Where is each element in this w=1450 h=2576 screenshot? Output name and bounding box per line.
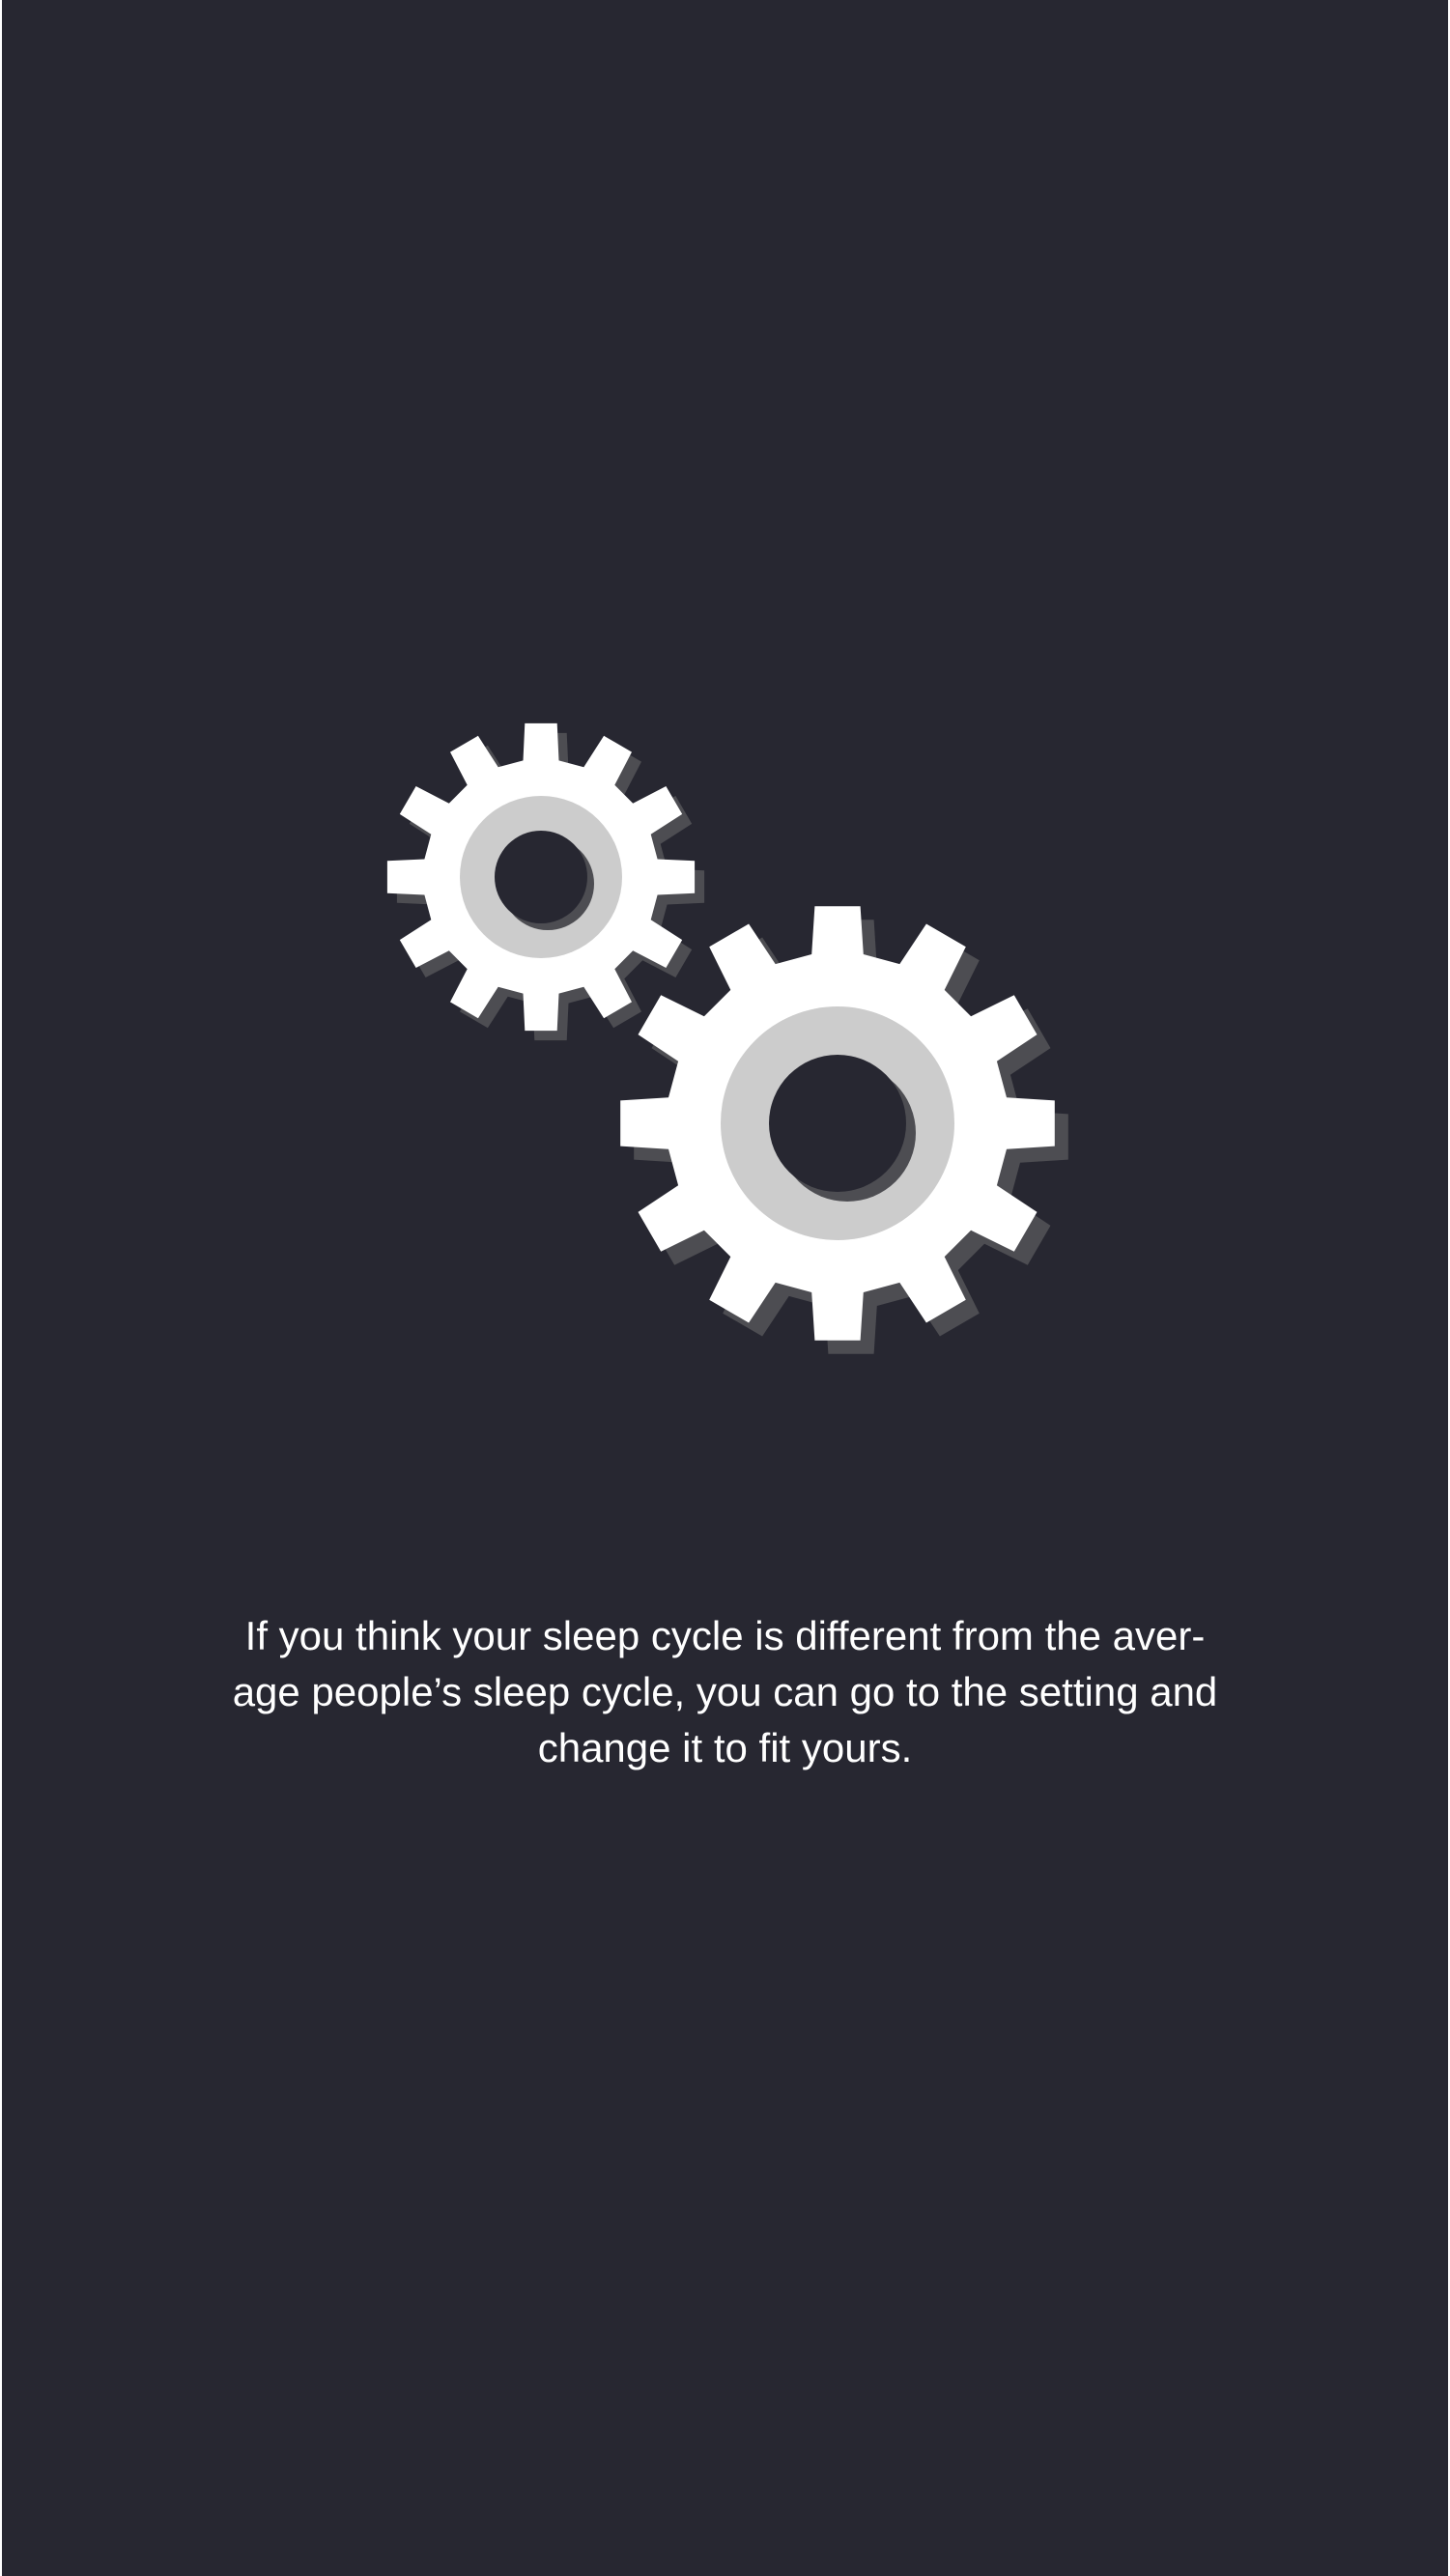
message-line-2: age people’s sleep cycle, you can go to … [232,1669,1218,1714]
small-gear-hole [495,831,587,923]
message-line-1: If you think your sleep cycle is differe… [244,1613,1206,1658]
large-gear-hole [769,1055,906,1192]
message-line-3: change it to fit yours. [537,1725,913,1770]
large-gear-icon [620,906,1068,1354]
small-gear-icon [386,722,705,1041]
sleep-cycle-message: If you think your sleep cycle is differe… [176,1608,1274,1776]
gears-icon [386,722,1068,1354]
onboarding-screen: If you think your sleep cycle is differe… [2,0,1448,2576]
